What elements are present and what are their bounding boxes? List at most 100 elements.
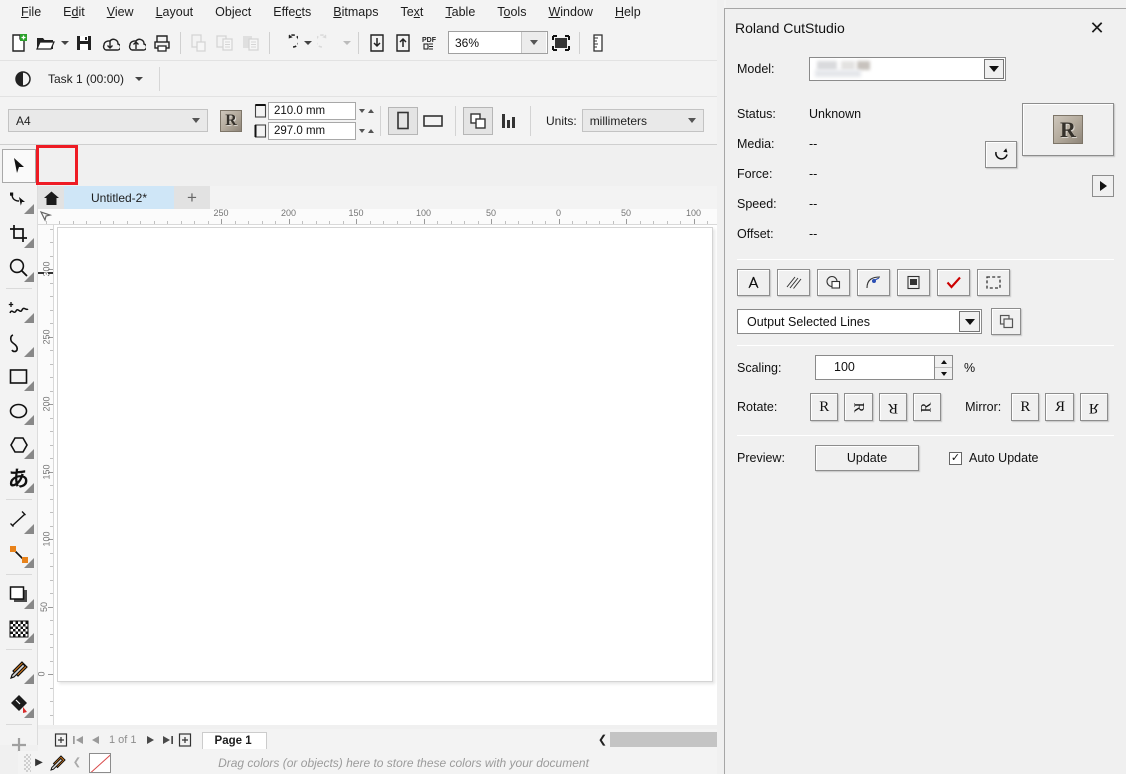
tool-straight-line-connector-flyout-icon[interactable] [23,558,34,568]
redo-icon[interactable] [314,30,340,56]
tool-straight-line-connector[interactable] [2,537,36,571]
menu-item-edit[interactable]: Edit [52,2,96,23]
add-document-tab-icon[interactable]: + [174,186,210,209]
horizontal-scrollbar[interactable]: ❮ [595,731,726,748]
options-ruler-icon[interactable] [585,30,611,56]
tool-shape[interactable] [2,183,36,217]
add-page-before-icon[interactable] [52,732,69,749]
tool-parallel-dimension[interactable] [2,503,36,537]
tool-parallel-dimension-flyout-icon[interactable] [23,524,34,534]
page-size-combo[interactable]: A4 [8,109,208,132]
horizontal-ruler[interactable]: 250 200 150 100 50 0 50 100 [38,209,726,225]
tool-ellipse-flyout-icon[interactable] [23,415,34,425]
menu-item-view[interactable]: View [96,2,145,23]
zoom-level-input[interactable] [449,32,521,53]
scaling-spinner[interactable] [935,355,953,380]
tool-rectangle[interactable] [2,360,36,394]
tool-shape-flyout-icon[interactable] [23,204,34,214]
menu-item-table[interactable]: Table [434,2,486,23]
scaling-input[interactable]: 100 [815,355,935,380]
import-icon[interactable] [97,30,123,56]
tool-text-flyout-icon[interactable] [23,483,34,493]
menu-item-effects[interactable]: Effects [262,2,322,23]
output-mode-dropdown-icon[interactable] [959,311,980,332]
tool-crop-flyout-icon[interactable] [23,238,34,248]
duplicate-button[interactable] [991,308,1021,335]
text-outline-button[interactable] [737,269,770,296]
no-color-swatch[interactable] [89,752,111,773]
cut-icon[interactable] [186,30,212,56]
rotate-0-button[interactable]: R [810,393,839,421]
menu-item-object[interactable]: Object [204,2,262,23]
palette-scroll-left-icon[interactable]: ❮ [69,757,85,768]
rotate-180-button[interactable]: R [878,393,907,421]
fullscreen-preview-icon[interactable] [548,30,574,56]
page-height-input[interactable]: 297.0 mm [268,121,356,140]
tool-zoom[interactable] [2,251,36,285]
tool-freehand-flyout-icon[interactable] [23,313,34,323]
page-width-spinner[interactable] [358,102,374,120]
select-area-button[interactable] [977,269,1010,296]
drawing-canvas[interactable] [54,225,726,725]
page-height-spinner[interactable] [358,122,374,140]
expand-status-button[interactable] [1092,175,1114,197]
auto-update-checkbox[interactable]: ✓ [949,451,962,465]
new-document-icon[interactable] [6,30,32,56]
palette-grip[interactable] [24,753,31,772]
page-size-dropdown-icon[interactable] [185,118,207,123]
page-sheet[interactable] [57,227,713,682]
close-icon[interactable]: ✕ [1076,13,1118,43]
menu-item-layout[interactable]: Layout [145,2,205,23]
save-icon[interactable] [71,30,97,56]
update-button[interactable]: Update [815,445,919,471]
current-page-button[interactable] [493,107,523,135]
output-mode-combo[interactable]: Output Selected Lines [737,309,982,334]
roland-cutstudio-toolbar-icon[interactable]: R [216,107,246,135]
zoom-level-combo[interactable] [448,31,548,54]
tool-color-eyedropper[interactable] [2,653,36,687]
all-pages-button[interactable] [463,106,493,135]
menu-item-tools[interactable]: Tools [486,2,537,23]
tool-freehand[interactable] [2,292,36,326]
task-toggle-icon[interactable] [10,66,36,92]
mirror-horizontal-button[interactable]: R [1045,393,1074,421]
tool-drop-shadow-flyout-icon[interactable] [23,599,34,609]
home-tab[interactable] [38,186,64,209]
refresh-button[interactable] [985,141,1017,168]
task-dropdown-icon[interactable] [132,66,145,92]
menu-item-file[interactable]: File [10,2,52,23]
tool-transparency-flyout-icon[interactable] [23,633,34,643]
roland-logo-button[interactable]: R [1022,103,1114,156]
auto-update-checkbox-wrap[interactable]: ✓ Auto Update [949,451,1039,465]
tool-text[interactable]: あ [2,462,36,496]
vertical-ruler[interactable]: 300 250 200 150 100 50 0 [38,225,54,725]
tool-artistic-media-flyout-icon[interactable] [23,347,34,357]
scroll-left-icon[interactable]: ❮ [595,733,610,746]
open-document-icon[interactable] [32,30,58,56]
import-file-icon[interactable] [364,30,390,56]
tool-color-eyedropper-flyout-icon[interactable] [23,674,34,684]
open-dropdown-icon[interactable] [58,30,71,56]
portrait-orientation-button[interactable] [388,106,418,135]
paste-icon[interactable] [238,30,264,56]
landscape-orientation-button[interactable] [418,107,448,135]
print-icon[interactable] [149,30,175,56]
menu-item-window[interactable]: Window [537,2,603,23]
model-combo[interactable] [809,57,1006,81]
page-width-input[interactable]: 210.0 mm [268,101,356,120]
tool-polygon-flyout-icon[interactable] [23,449,34,459]
tool-ellipse[interactable] [2,394,36,428]
palette-eyedropper-icon[interactable] [47,754,69,771]
weld-shapes-button[interactable] [817,269,850,296]
previous-page-icon[interactable] [86,732,103,749]
palette-expand-icon[interactable]: ▶ [31,757,47,768]
rotate-270-button[interactable]: R [912,393,942,421]
tool-transparency[interactable] [2,612,36,646]
rotate-90-button[interactable]: R [844,393,873,421]
tool-drop-shadow[interactable] [2,578,36,612]
check-button[interactable] [937,269,970,296]
export-pdf-icon[interactable]: PDF [416,30,442,56]
export-file-icon[interactable] [390,30,416,56]
first-page-icon[interactable] [69,732,86,749]
tool-zoom-flyout-icon[interactable] [23,272,34,282]
